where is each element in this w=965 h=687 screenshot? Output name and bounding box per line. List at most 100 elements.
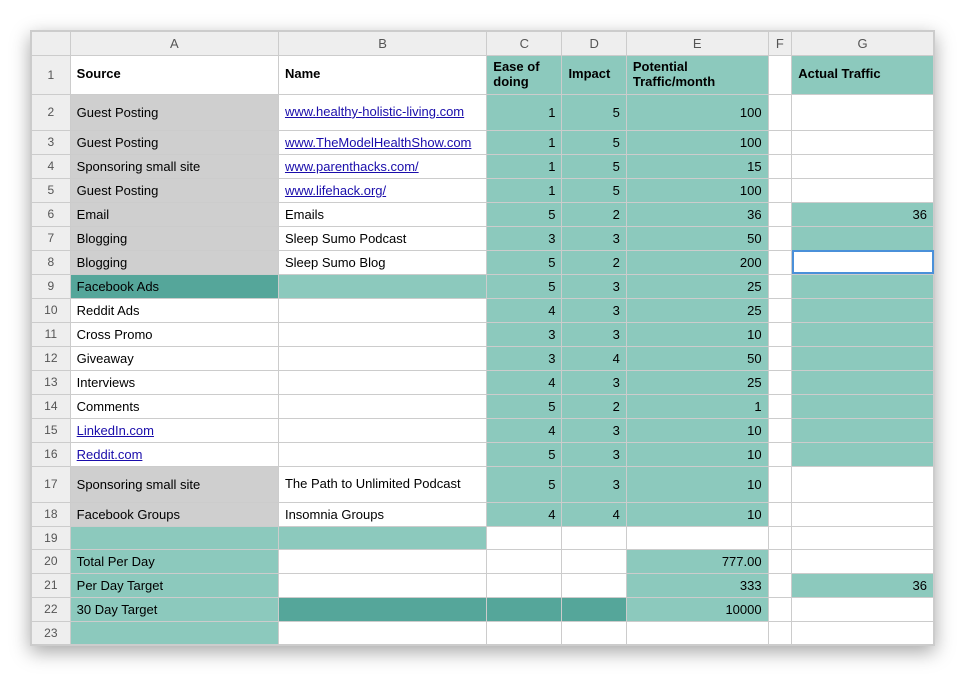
cell-B10[interactable] <box>278 298 486 322</box>
cell-F12[interactable] <box>768 346 792 370</box>
cell-E5[interactable]: 100 <box>626 178 768 202</box>
cell-A9[interactable]: Facebook Ads <box>70 274 278 298</box>
cell-B21[interactable] <box>278 573 486 597</box>
cell-G7[interactable] <box>792 226 934 250</box>
grid[interactable]: A B C D E F G 1 Source Name Ease of doin… <box>31 31 934 645</box>
cell-C19[interactable] <box>487 526 562 549</box>
cell-E18[interactable]: 10 <box>626 502 768 526</box>
header-ease[interactable]: Ease of doing <box>487 56 562 95</box>
cell-C14[interactable]: 5 <box>487 394 562 418</box>
cell-F10[interactable] <box>768 298 792 322</box>
header-name[interactable]: Name <box>278 56 486 95</box>
cell-A18[interactable]: Facebook Groups <box>70 502 278 526</box>
cell-F2[interactable] <box>768 94 792 130</box>
cell-E8[interactable]: 200 <box>626 250 768 274</box>
cell-A11[interactable]: Cross Promo <box>70 322 278 346</box>
cell-G5[interactable] <box>792 178 934 202</box>
cell-G19[interactable] <box>792 526 934 549</box>
cell-E6[interactable]: 36 <box>626 202 768 226</box>
cell-B11[interactable] <box>278 322 486 346</box>
cell-F5[interactable] <box>768 178 792 202</box>
row-header-19[interactable]: 19 <box>32 526 71 549</box>
spreadsheet[interactable]: A B C D E F G 1 Source Name Ease of doin… <box>30 30 935 646</box>
cell-C13[interactable]: 4 <box>487 370 562 394</box>
cell-D16[interactable]: 3 <box>562 442 626 466</box>
row-header-10[interactable]: 10 <box>32 298 71 322</box>
cell-C7[interactable]: 3 <box>487 226 562 250</box>
row-header-14[interactable]: 14 <box>32 394 71 418</box>
header-potential[interactable]: Potential Traffic/month <box>626 56 768 95</box>
col-header-A[interactable]: A <box>70 32 278 56</box>
cell-E3[interactable]: 100 <box>626 130 768 154</box>
cell-B13[interactable] <box>278 370 486 394</box>
cell-F7[interactable] <box>768 226 792 250</box>
cell-B22[interactable] <box>278 597 486 621</box>
cell-B15[interactable] <box>278 418 486 442</box>
row-header-23[interactable]: 23 <box>32 621 71 644</box>
cell-G23[interactable] <box>792 621 934 644</box>
row-header-15[interactable]: 15 <box>32 418 71 442</box>
cell-E16[interactable]: 10 <box>626 442 768 466</box>
cell-A21[interactable]: Per Day Target <box>70 573 278 597</box>
cell-D17[interactable]: 3 <box>562 466 626 502</box>
cell-B12[interactable] <box>278 346 486 370</box>
cell-B16[interactable] <box>278 442 486 466</box>
cell-C9[interactable]: 5 <box>487 274 562 298</box>
cell-C23[interactable] <box>487 621 562 644</box>
row-header-16[interactable]: 16 <box>32 442 71 466</box>
cell-D22[interactable] <box>562 597 626 621</box>
row-header-12[interactable]: 12 <box>32 346 71 370</box>
corner-cell[interactable] <box>32 32 71 56</box>
cell-F3[interactable] <box>768 130 792 154</box>
col-header-E[interactable]: E <box>626 32 768 56</box>
header-blank-F[interactable] <box>768 56 792 95</box>
cell-D8[interactable]: 2 <box>562 250 626 274</box>
cell-E14[interactable]: 1 <box>626 394 768 418</box>
cell-D3[interactable]: 5 <box>562 130 626 154</box>
cell-E2[interactable]: 100 <box>626 94 768 130</box>
row-header-8[interactable]: 8 <box>32 250 71 274</box>
cell-A14[interactable]: Comments <box>70 394 278 418</box>
cell-B9[interactable] <box>278 274 486 298</box>
cell-F8[interactable] <box>768 250 792 274</box>
cell-D5[interactable]: 5 <box>562 178 626 202</box>
cell-A17[interactable]: Sponsoring small site <box>70 466 278 502</box>
row-header-2[interactable]: 2 <box>32 94 71 130</box>
cell-G20[interactable] <box>792 549 934 573</box>
cell-F17[interactable] <box>768 466 792 502</box>
cell-E10[interactable]: 25 <box>626 298 768 322</box>
cell-F16[interactable] <box>768 442 792 466</box>
cell-B7[interactable]: Sleep Sumo Podcast <box>278 226 486 250</box>
cell-G9[interactable] <box>792 274 934 298</box>
col-header-C[interactable]: C <box>487 32 562 56</box>
cell-F18[interactable] <box>768 502 792 526</box>
cell-A15[interactable]: LinkedIn.com <box>70 418 278 442</box>
cell-D7[interactable]: 3 <box>562 226 626 250</box>
cell-E7[interactable]: 50 <box>626 226 768 250</box>
cell-F21[interactable] <box>768 573 792 597</box>
cell-G8[interactable] <box>792 250 934 274</box>
cell-A3[interactable]: Guest Posting <box>70 130 278 154</box>
cell-C5[interactable]: 1 <box>487 178 562 202</box>
cell-A7[interactable]: Blogging <box>70 226 278 250</box>
cell-D23[interactable] <box>562 621 626 644</box>
cell-B14[interactable] <box>278 394 486 418</box>
cell-A22[interactable]: 30 Day Target <box>70 597 278 621</box>
cell-G21[interactable]: 36 <box>792 573 934 597</box>
cell-E19[interactable] <box>626 526 768 549</box>
cell-B2[interactable]: www.healthy-holistic-living.com <box>278 94 486 130</box>
cell-D10[interactable]: 3 <box>562 298 626 322</box>
cell-B8[interactable]: Sleep Sumo Blog <box>278 250 486 274</box>
cell-B3[interactable]: www.TheModelHealthShow.com <box>278 130 486 154</box>
cell-A6[interactable]: Email <box>70 202 278 226</box>
cell-F23[interactable] <box>768 621 792 644</box>
cell-E12[interactable]: 50 <box>626 346 768 370</box>
cell-G16[interactable] <box>792 442 934 466</box>
cell-G10[interactable] <box>792 298 934 322</box>
cell-E17[interactable]: 10 <box>626 466 768 502</box>
cell-C18[interactable]: 4 <box>487 502 562 526</box>
cell-E13[interactable]: 25 <box>626 370 768 394</box>
cell-F15[interactable] <box>768 418 792 442</box>
row-header-11[interactable]: 11 <box>32 322 71 346</box>
cell-D20[interactable] <box>562 549 626 573</box>
